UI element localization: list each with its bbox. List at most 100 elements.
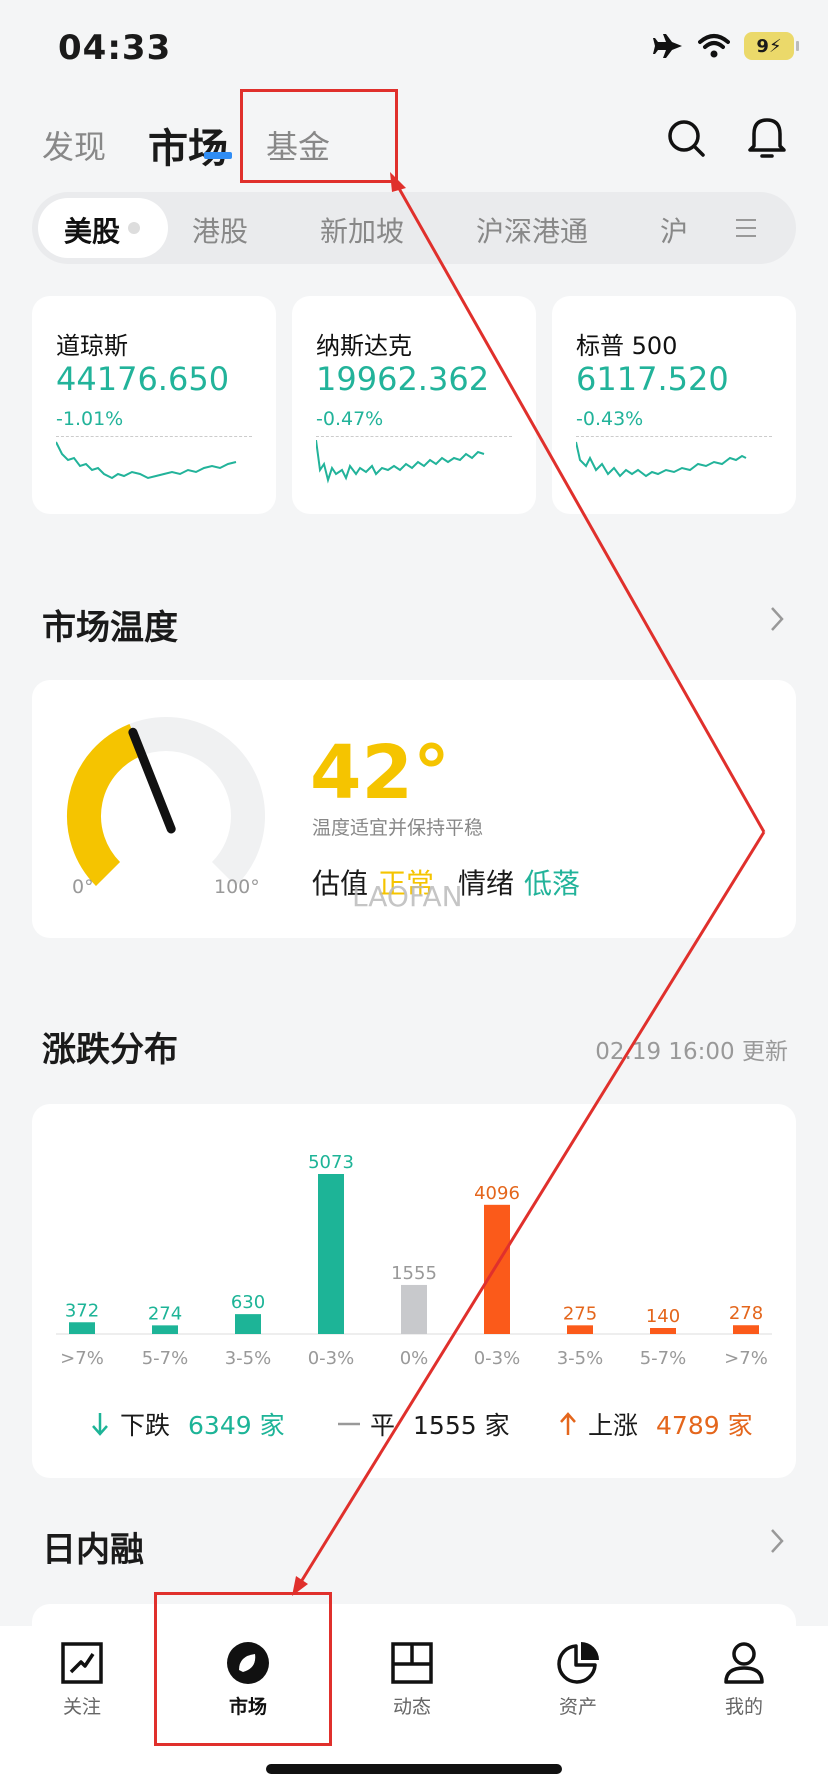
home-indicator	[266, 1764, 562, 1774]
chart-value-label: 1555	[391, 1263, 437, 1284]
feed-layout-icon	[391, 1642, 433, 1684]
index-name: 标普 500	[576, 332, 678, 360]
chart-category-label: 0-3%	[308, 1348, 355, 1369]
chart-value-label: 140	[646, 1306, 680, 1327]
chart-category-label: 3-5%	[557, 1348, 604, 1369]
region-tab-us[interactable]: 美股	[64, 210, 120, 250]
chart-category-label: 5-7%	[142, 1348, 189, 1369]
index-change: -0.43%	[576, 408, 644, 430]
chart-bar	[318, 1174, 344, 1334]
sentiment-value: 低落	[524, 867, 581, 900]
temperature-title: 市场温度	[42, 608, 178, 648]
status-time: 04:33	[58, 28, 172, 68]
region-tab-connect[interactable]: 沪深港通	[476, 210, 588, 250]
chart-value-label: 372	[65, 1300, 99, 1321]
chart-category-label: 5-7%	[640, 1348, 687, 1369]
chart-value-label: 275	[563, 1303, 597, 1324]
down-count: 6349 家	[188, 1411, 285, 1440]
nav-item-watchlist[interactable]: 关注	[22, 1640, 142, 1719]
summary-flat: 平 1555 家	[338, 1406, 510, 1442]
index-card-dow[interactable]: 道琼斯 44176.650 -1.01%	[32, 296, 276, 514]
dash-icon	[338, 1422, 360, 1426]
index-card-nasdaq[interactable]: 纳斯达克 19962.362 -0.47%	[292, 296, 536, 514]
distribution-title: 涨跌分布	[42, 1030, 178, 1070]
index-value: 6117.520	[576, 360, 729, 398]
index-value: 44176.650	[56, 360, 230, 398]
chart-bar	[69, 1322, 95, 1334]
chart-value-label: 5073	[308, 1152, 354, 1173]
battery-level: 9	[756, 35, 769, 57]
pie-chart-icon	[557, 1642, 599, 1684]
index-baseline	[56, 436, 252, 437]
chart-category-label: >7%	[60, 1348, 104, 1369]
distribution-bar-chart: 372 >7% 274 5-7% 630 3-5% 5073 0-3% 1555 0% 4096 0-…	[56, 1152, 772, 1369]
index-baseline	[576, 436, 772, 437]
up-count: 4789 家	[656, 1411, 753, 1440]
nav-label: 我的	[724, 1696, 763, 1718]
tab-market-indicator	[204, 152, 232, 159]
battery-indicator: 9 ⚡	[744, 32, 799, 60]
chart-category-label: 0-3%	[474, 1348, 521, 1369]
tab-discover[interactable]: 发现	[42, 122, 106, 168]
user-icon	[724, 1642, 764, 1684]
chart-category-label: >7%	[724, 1348, 768, 1369]
flat-count: 1555 家	[413, 1411, 510, 1440]
airplane-icon	[653, 34, 682, 58]
nav-label: 动态	[392, 1696, 431, 1718]
highlight-box-market	[154, 1592, 332, 1746]
sentiment-label: 情绪	[458, 867, 515, 900]
up-label: 上涨	[588, 1411, 639, 1440]
nav-item-assets[interactable]: 资产	[518, 1640, 638, 1719]
chart-trend-icon	[61, 1642, 103, 1684]
arrow-down-icon	[92, 1413, 108, 1436]
watermark: LAOFAN	[352, 880, 463, 913]
flat-label: 平	[370, 1411, 396, 1440]
wifi-icon	[698, 34, 730, 58]
summary-up: 上涨 4789 家	[558, 1406, 753, 1442]
chart-bar	[650, 1328, 676, 1334]
index-name: 道琼斯	[56, 332, 128, 360]
nav-item-profile[interactable]: 我的	[684, 1640, 804, 1719]
nav-label: 资产	[558, 1696, 597, 1718]
charging-icon: ⚡	[768, 35, 782, 57]
menu-icon[interactable]	[734, 216, 758, 240]
intraday-chevron-right-icon[interactable]	[766, 1526, 788, 1556]
index-change: -0.47%	[316, 408, 384, 430]
index-sparkline	[576, 441, 747, 478]
intraday-title: 日内融	[42, 1530, 144, 1570]
gauge-max-label: 100°	[214, 876, 260, 898]
region-tab-sg[interactable]: 新加坡	[320, 210, 404, 250]
chart-bar	[567, 1325, 593, 1334]
index-baseline	[316, 436, 512, 437]
chart-category-label: 3-5%	[225, 1348, 272, 1369]
temperature-chevron-right-icon[interactable]	[766, 604, 788, 634]
distribution-update-time: 02.19 16:00 更新	[595, 1039, 788, 1065]
chart-category-label: 0%	[400, 1348, 429, 1369]
chart-bar	[484, 1204, 510, 1334]
region-tab-sh[interactable]: 沪	[660, 210, 700, 250]
gauge-min-label: 0°	[72, 876, 94, 898]
chart-bar	[401, 1284, 427, 1334]
chart-bar	[152, 1325, 178, 1334]
chart-value-label: 630	[231, 1292, 265, 1313]
index-card-sp500[interactable]: 标普 500 6117.520 -0.43%	[552, 296, 796, 514]
region-tab-hk[interactable]: 港股	[192, 210, 248, 250]
region-tab-dot	[128, 222, 140, 234]
gauge-fill	[67, 724, 143, 886]
chart-bar	[235, 1314, 261, 1334]
tab-market[interactable]: 市场	[148, 116, 228, 174]
index-sparkline	[316, 440, 485, 484]
chart-value-label: 4096	[474, 1183, 520, 1204]
nav-item-feed[interactable]: 动态	[352, 1640, 472, 1719]
arrow-up-icon	[560, 1412, 576, 1435]
chart-value-label: 274	[148, 1303, 182, 1324]
temperature-value: 42°	[310, 730, 450, 816]
status-icons: 9 ⚡	[652, 32, 799, 60]
chart-bar	[733, 1325, 759, 1334]
index-name: 纳斯达克	[316, 332, 412, 360]
index-change: -1.01%	[56, 408, 124, 430]
nav-label: 关注	[62, 1696, 101, 1718]
highlight-box-fund	[240, 89, 398, 183]
search-icon[interactable]	[666, 118, 706, 158]
bell-icon[interactable]	[746, 116, 788, 160]
